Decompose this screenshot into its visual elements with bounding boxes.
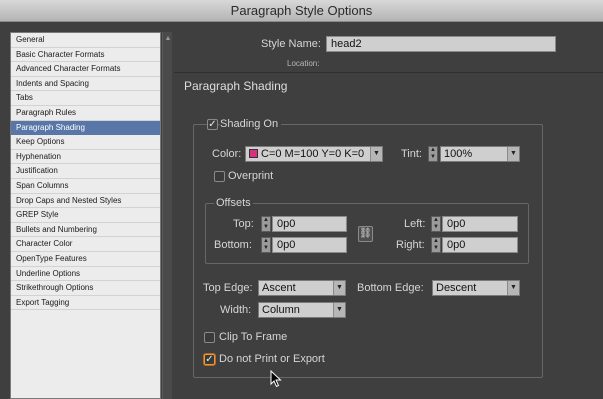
- color-dropdown[interactable]: C=0 M=100 Y=0 K=0 ▼: [245, 146, 383, 162]
- clip-to-frame-checkbox[interactable]: [204, 332, 215, 343]
- shading-on-label: Shading On: [220, 118, 282, 130]
- offset-left-stepper[interactable]: ▲ ▼: [431, 216, 441, 232]
- top-edge-value: Ascent: [262, 282, 296, 294]
- offset-right-stepper[interactable]: ▲ ▼: [431, 237, 441, 253]
- window-title: Paragraph Style Options: [230, 3, 373, 18]
- offset-bottom-input[interactable]: 0p0: [272, 237, 347, 253]
- offset-bottom-stepper[interactable]: ▲ ▼: [261, 237, 271, 253]
- sidebar-item-bullets-and-numbering[interactable]: Bullets and Numbering: [11, 223, 160, 238]
- location-label: Location:: [287, 59, 320, 68]
- bottom-edge-value: Descent: [436, 282, 477, 294]
- step-down-icon[interactable]: ▼: [262, 224, 270, 231]
- offset-top-label: Top:: [233, 218, 254, 230]
- tint-stepper[interactable]: ▲ ▼: [428, 146, 438, 162]
- chevron-down-icon: ▼: [507, 281, 519, 295]
- chain-link-icon[interactable]: ⛓: [358, 226, 373, 242]
- bottom-edge-dropdown[interactable]: Descent ▼: [432, 280, 520, 296]
- overprint-label: Overprint: [228, 170, 274, 182]
- chevron-down-icon: ▼: [333, 281, 345, 295]
- shading-on-checkbox[interactable]: ✓: [207, 119, 218, 130]
- top-edge-label: Top Edge:: [203, 282, 253, 294]
- sidebar-item-span-columns[interactable]: Span Columns: [11, 179, 160, 194]
- step-up-icon[interactable]: ▲: [429, 147, 437, 154]
- check-icon: ✓: [208, 119, 217, 130]
- sidebar-item-hyphenation[interactable]: Hyphenation: [11, 150, 160, 165]
- offset-top-input[interactable]: 0p0: [272, 216, 347, 232]
- section-title: Paragraph Shading: [184, 79, 288, 93]
- chevron-down-icon: ▼: [333, 303, 345, 317]
- step-down-icon[interactable]: ▼: [432, 224, 440, 231]
- step-down-icon[interactable]: ▼: [429, 154, 437, 161]
- sidebar-item-grep-style[interactable]: GREP Style: [11, 208, 160, 223]
- color-value: C=0 M=100 Y=0 K=0: [261, 148, 365, 160]
- sidebar-item-strikethrough-options[interactable]: Strikethrough Options: [11, 281, 160, 296]
- window-title-bar: Paragraph Style Options: [0, 0, 603, 22]
- color-swatch: [249, 149, 258, 158]
- sidebar-item-character-color[interactable]: Character Color: [11, 237, 160, 252]
- overprint-checkbox[interactable]: [214, 171, 225, 182]
- tint-dropdown[interactable]: 100% ▼: [440, 146, 520, 162]
- color-label: Color:: [212, 148, 242, 160]
- chevron-down-icon: ▼: [370, 147, 382, 161]
- step-down-icon[interactable]: ▼: [262, 245, 270, 252]
- chevron-down-icon: ▼: [507, 147, 519, 161]
- sidebar-item-paragraph-rules[interactable]: Paragraph Rules: [11, 106, 160, 121]
- offset-right-input[interactable]: 0p0: [442, 237, 518, 253]
- sidebar-item-export-tagging[interactable]: Export Tagging: [11, 296, 160, 311]
- style-name-input[interactable]: head2: [326, 36, 556, 52]
- sidebar-item-opentype-features[interactable]: OpenType Features: [11, 252, 160, 267]
- offset-left-label: Left:: [404, 218, 426, 230]
- tint-label: Tint:: [401, 148, 422, 160]
- do-not-print-label: Do not Print or Export: [219, 353, 325, 365]
- sidebar-item-drop-caps[interactable]: Drop Caps and Nested Styles: [11, 194, 160, 209]
- sidebar-item-tabs[interactable]: Tabs: [11, 91, 160, 106]
- bottom-edge-label: Bottom Edge:: [357, 282, 424, 294]
- offset-top-stepper[interactable]: ▲ ▼: [261, 216, 271, 232]
- top-edge-dropdown[interactable]: Ascent ▼: [258, 280, 346, 296]
- sidebar-item-general[interactable]: General: [11, 33, 160, 48]
- tint-value: 100%: [444, 148, 473, 160]
- category-list-scrollbar[interactable]: ▲: [162, 32, 172, 399]
- mouse-cursor-icon: [270, 370, 282, 388]
- offset-left-input[interactable]: 0p0: [442, 216, 518, 232]
- step-up-icon[interactable]: ▲: [432, 238, 440, 245]
- offsets-label: Offsets: [214, 197, 253, 209]
- category-list[interactable]: General Basic Character Formats Advanced…: [10, 32, 161, 399]
- sidebar-item-advanced-character-formats[interactable]: Advanced Character Formats: [11, 62, 160, 77]
- width-label: Width:: [220, 304, 252, 316]
- sidebar-item-basic-character-formats[interactable]: Basic Character Formats: [11, 48, 160, 63]
- sidebar-item-justification[interactable]: Justification: [11, 164, 160, 179]
- step-down-icon[interactable]: ▼: [432, 245, 440, 252]
- scroll-up-icon[interactable]: ▲: [163, 35, 173, 43]
- style-name-label: Style Name:: [261, 38, 321, 50]
- do-not-print-checkbox[interactable]: ✓: [204, 354, 215, 365]
- sidebar-item-underline-options[interactable]: Underline Options: [11, 267, 160, 282]
- step-up-icon[interactable]: ▲: [262, 238, 270, 245]
- step-up-icon[interactable]: ▲: [432, 217, 440, 224]
- sidebar-item-keep-options[interactable]: Keep Options: [11, 135, 160, 150]
- offset-right-label: Right:: [396, 239, 425, 251]
- step-up-icon[interactable]: ▲: [262, 217, 270, 224]
- width-value: Column: [262, 304, 300, 316]
- sidebar-item-paragraph-shading[interactable]: Paragraph Shading: [11, 120, 160, 136]
- width-dropdown[interactable]: Column ▼: [258, 302, 346, 318]
- header-divider: [174, 72, 603, 73]
- sidebar-item-indents-and-spacing[interactable]: Indents and Spacing: [11, 77, 160, 92]
- check-icon: ✓: [205, 354, 214, 365]
- offset-bottom-label: Bottom:: [214, 239, 252, 251]
- clip-to-frame-label: Clip To Frame: [219, 331, 288, 343]
